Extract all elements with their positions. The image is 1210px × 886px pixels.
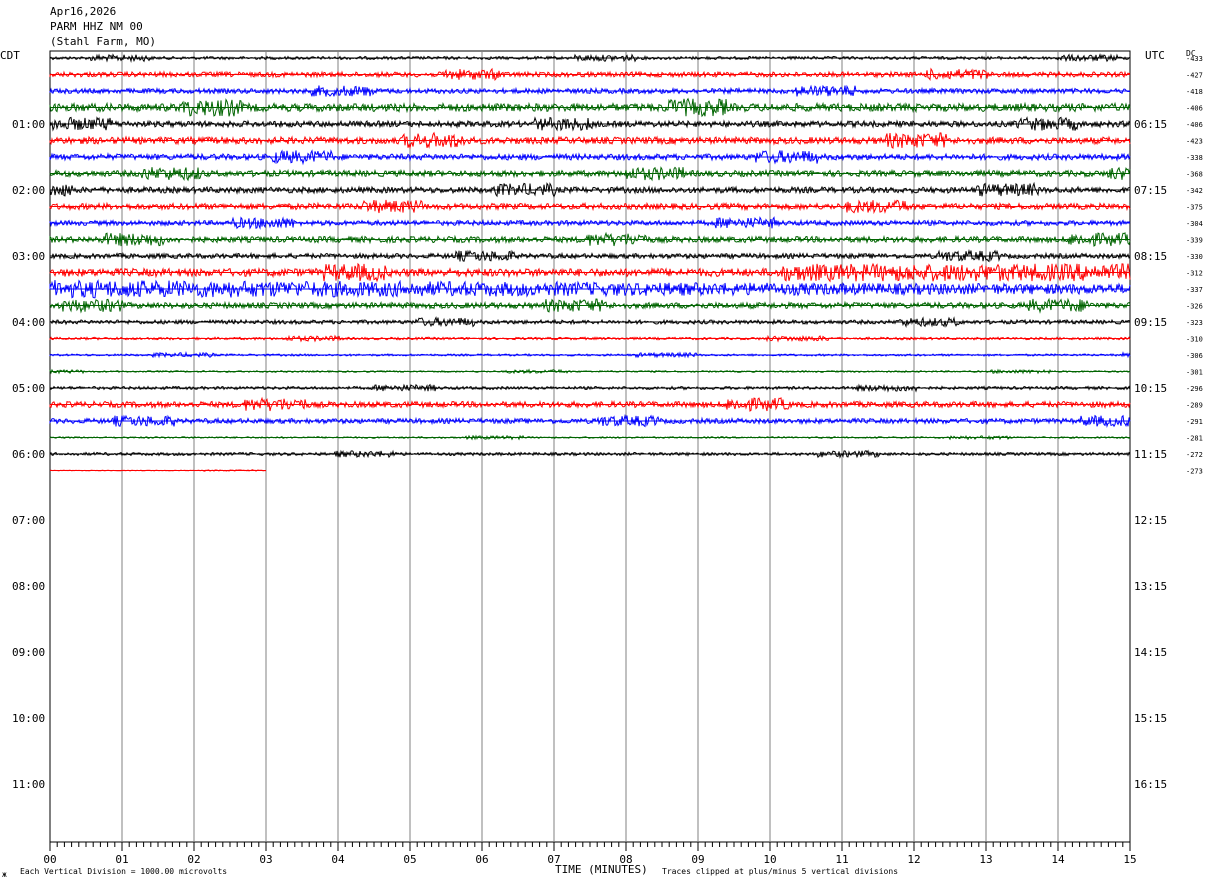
dc-offset-label: -301 xyxy=(1186,369,1203,377)
dc-offset-label: -423 xyxy=(1186,138,1203,146)
right-hour-label: 07:15 xyxy=(1134,184,1167,197)
dc-offset-label: -281 xyxy=(1186,435,1203,443)
x-tick-label: 02 xyxy=(187,853,200,866)
seismic-trace xyxy=(49,383,1131,393)
seismic-trace xyxy=(49,368,1131,375)
dc-offset-label: -312 xyxy=(1186,270,1203,278)
left-hour-label: 03:00 xyxy=(12,250,45,263)
seismic-trace xyxy=(49,279,1131,299)
dc-offset-label: -273 xyxy=(1186,468,1203,476)
right-hour-label: 08:15 xyxy=(1134,250,1167,263)
dc-offset-label: -306 xyxy=(1186,352,1203,360)
x-tick-label: 11 xyxy=(835,853,848,866)
left-hour-label: 02:00 xyxy=(12,184,45,197)
x-tick-label: 13 xyxy=(979,853,992,866)
x-tick-label: 06 xyxy=(475,853,488,866)
x-tick-label: 01 xyxy=(115,853,128,866)
dc-offset-label: -304 xyxy=(1186,220,1203,228)
dc-offset-label: -406 xyxy=(1186,105,1203,113)
dc-offset-label: -330 xyxy=(1186,253,1203,261)
helicorder-chart: 00 01 02 03 04 05 06 07 08 09 10 11 12 13 14 1501:0002:… xyxy=(12,50,1203,866)
dc-offset-label: -338 xyxy=(1186,154,1203,162)
right-hour-label: 15:15 xyxy=(1134,712,1167,725)
dc-offset-label: -342 xyxy=(1186,187,1203,195)
seismic-trace xyxy=(49,297,1131,314)
right-hour-label: 13:15 xyxy=(1134,580,1167,593)
right-hour-label: 11:15 xyxy=(1134,448,1167,461)
right-hour-label: 12:15 xyxy=(1134,514,1167,527)
seismic-trace xyxy=(49,449,1131,459)
seismic-trace xyxy=(49,84,1131,97)
left-hour-label: 06:00 xyxy=(12,448,45,461)
right-hour-label: 16:15 xyxy=(1134,778,1167,791)
dc-offset-label: -291 xyxy=(1186,418,1203,426)
dc-offset-label: -296 xyxy=(1186,385,1203,393)
dc-offset-label: -323 xyxy=(1186,319,1203,327)
dc-offset-label: -368 xyxy=(1186,171,1203,179)
dc-offset-label: -418 xyxy=(1186,88,1203,96)
dc-offset-label: -326 xyxy=(1186,303,1203,311)
scale-note: Each Vertical Division = 1000.00 microvo… xyxy=(20,867,228,876)
clip-note: Traces clipped at plus/minus 5 vertical … xyxy=(662,867,899,876)
dc-offset-label: -406 xyxy=(1186,121,1203,129)
dc-offset-label: -337 xyxy=(1186,286,1203,294)
x-tick-label: 04 xyxy=(331,853,345,866)
plot-frame xyxy=(49,50,1131,843)
right-hour-label: 14:15 xyxy=(1134,646,1167,659)
dc-offset-label: -427 xyxy=(1186,72,1203,80)
x-tick-label: 03 xyxy=(259,853,272,866)
left-hour-label: 09:00 xyxy=(12,646,45,659)
corner-mark: ж xyxy=(2,870,7,879)
x-tick-label: 05 xyxy=(403,853,416,866)
seismic-trace xyxy=(49,316,1131,328)
right-hour-label: 10:15 xyxy=(1134,382,1167,395)
x-tick-label: 00 xyxy=(43,853,56,866)
dc-offset-label: -433 xyxy=(1186,55,1203,63)
x-tick-label: 12 xyxy=(907,853,920,866)
dc-offset-label: -375 xyxy=(1186,204,1203,212)
left-hour-label: 01:00 xyxy=(12,118,45,131)
left-hour-label: 11:00 xyxy=(12,778,45,791)
x-tick-label: 09 xyxy=(691,853,704,866)
right-hour-label: 09:15 xyxy=(1134,316,1167,329)
dc-offset-label: -272 xyxy=(1186,451,1203,459)
seismic-trace xyxy=(49,469,267,472)
right-hour-label: 06:15 xyxy=(1134,118,1167,131)
dc-offset-label: -310 xyxy=(1186,336,1203,344)
x-tick-label: 14 xyxy=(1051,853,1065,866)
x-axis-title: TIME (MINUTES) xyxy=(555,863,648,876)
left-hour-label: 04:00 xyxy=(12,316,45,329)
left-hour-label: 05:00 xyxy=(12,382,45,395)
x-tick-label: 15 xyxy=(1123,853,1136,866)
x-tick-label: 10 xyxy=(763,853,776,866)
dc-offset-label: -339 xyxy=(1186,237,1203,245)
dc-offset-label: -289 xyxy=(1186,402,1203,410)
left-hour-label: 08:00 xyxy=(12,580,45,593)
left-hour-label: 07:00 xyxy=(12,514,45,527)
left-hour-label: 10:00 xyxy=(12,712,45,725)
